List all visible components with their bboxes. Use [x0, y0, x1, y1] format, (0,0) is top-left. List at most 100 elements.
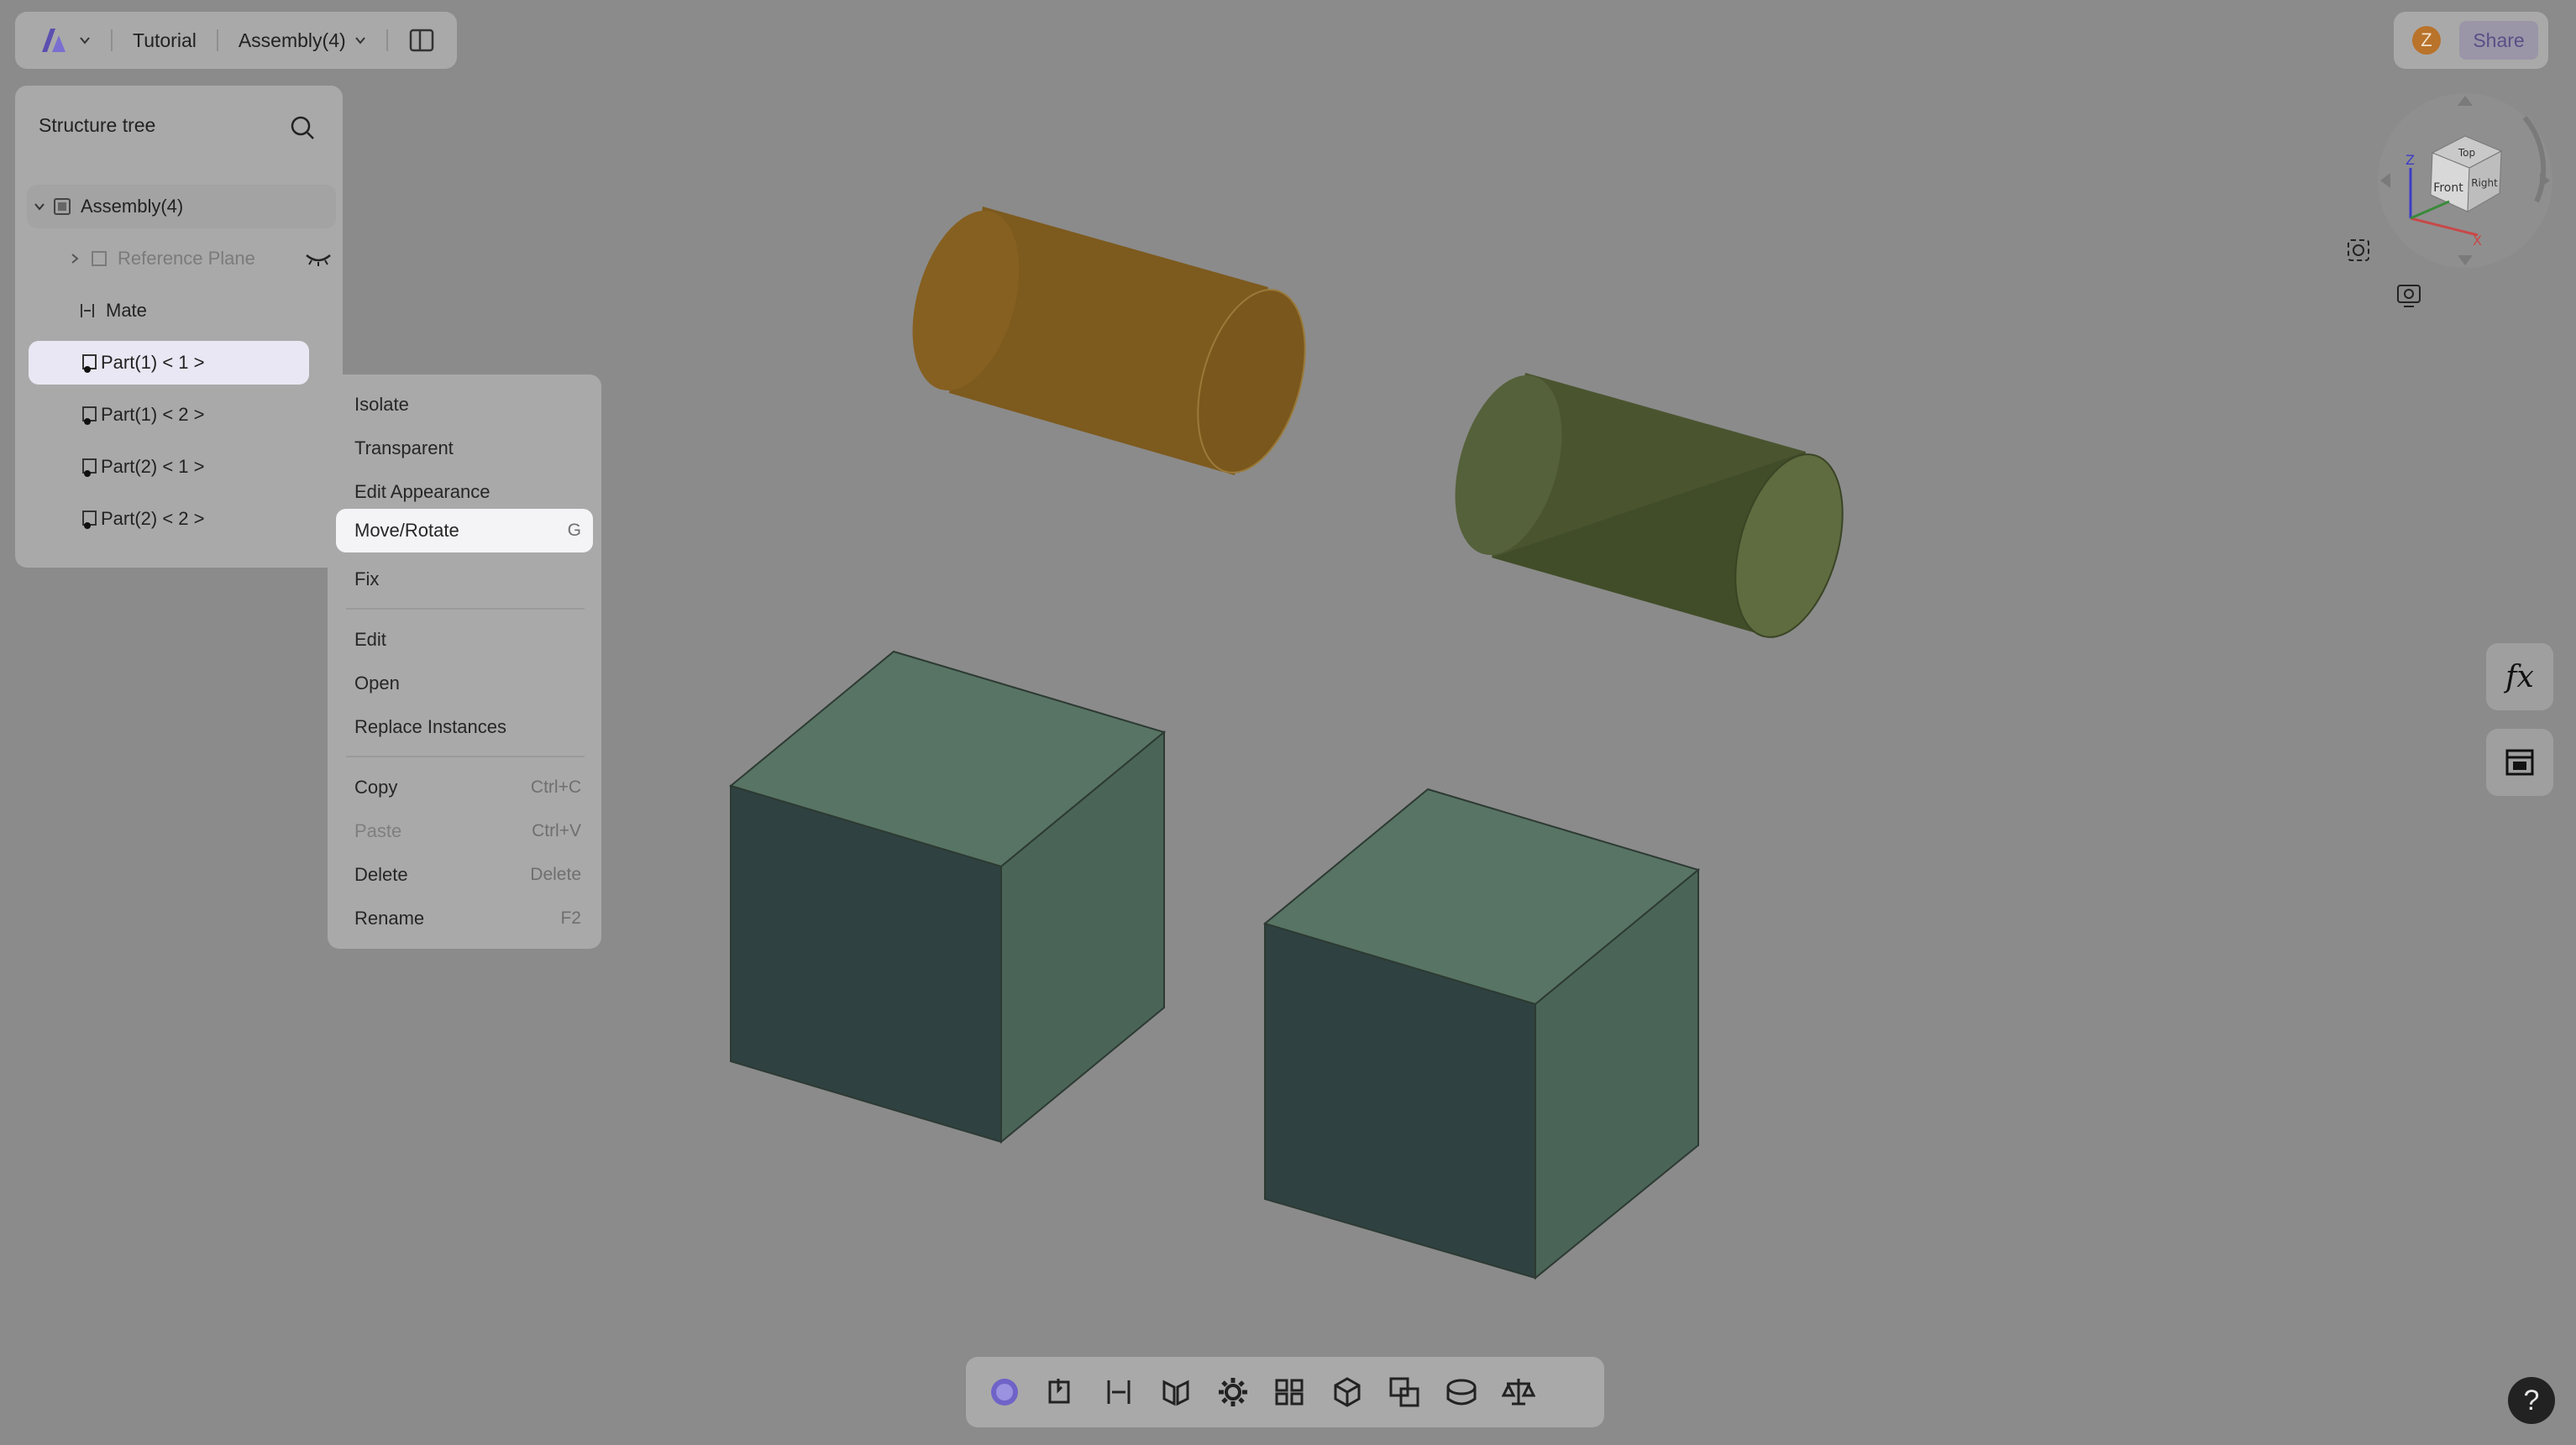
- menu-item-fix[interactable]: Fix: [336, 558, 593, 601]
- menu-item-open[interactable]: Open: [336, 662, 593, 705]
- panel-title: Structure tree: [39, 114, 156, 136]
- search-icon[interactable]: [287, 113, 317, 143]
- menu-item-move-rotate[interactable]: Move/Rotate G: [336, 509, 593, 552]
- render-mode-icon[interactable]: [988, 1375, 1021, 1409]
- tree-item-label: Part(1) < 2 >: [101, 404, 205, 425]
- chevron-down-icon[interactable]: [79, 34, 91, 46]
- tree-item-mate[interactable]: Mate: [27, 289, 336, 332]
- menu-item-edit-appearance[interactable]: Edit Appearance: [336, 470, 593, 514]
- structure-tree-panel: Structure tree Assembly(4) Reference Pla…: [15, 86, 343, 568]
- tree-item-part2-1[interactable]: Part(2) < 1 >: [27, 445, 336, 489]
- menu-shortcut: F2: [560, 908, 581, 928]
- user-toolbar: Z Share: [2394, 12, 2548, 69]
- explode-view-icon[interactable]: [1330, 1375, 1364, 1409]
- bottom-toolbar: [966, 1357, 1604, 1427]
- menu-shortcut: Delete: [530, 865, 581, 884]
- menu-item-rename[interactable]: Rename F2: [336, 897, 593, 940]
- menu-divider: [346, 756, 585, 757]
- display-settings-icon[interactable]: [2394, 280, 2424, 311]
- menu-item-label: Isolate: [354, 394, 409, 415]
- help-button[interactable]: ?: [2508, 1377, 2555, 1424]
- menu-item-transparent[interactable]: Transparent: [336, 427, 593, 470]
- menu-item-edit[interactable]: Edit: [336, 618, 593, 662]
- tree-item-reference-plane[interactable]: Reference Plane: [27, 237, 336, 280]
- formula-button[interactable]: fx: [2486, 643, 2553, 710]
- avatar[interactable]: Z: [2412, 26, 2441, 55]
- menu-item-label: Delete: [354, 864, 408, 885]
- app-logo-icon[interactable]: [37, 24, 71, 57]
- chevron-down-icon[interactable]: [34, 201, 45, 212]
- share-button[interactable]: Share: [2459, 21, 2538, 60]
- menu-item-label: Replace Instances: [354, 716, 506, 737]
- tree-item-label: Mate: [106, 300, 147, 321]
- menu-divider: [346, 608, 585, 610]
- panel-toggle-icon[interactable]: [408, 27, 435, 54]
- mate-icon: [81, 304, 94, 317]
- menu-item-label: Fix: [354, 568, 380, 589]
- hidden-eye-icon[interactable]: [304, 250, 333, 267]
- cube-face-top[interactable]: Top: [2458, 147, 2475, 159]
- menu-item-paste[interactable]: Paste Ctrl+V: [336, 809, 593, 853]
- menu-shortcut: Ctrl+V: [532, 821, 581, 840]
- project-name[interactable]: Tutorial: [133, 29, 197, 52]
- part-icon: [82, 458, 97, 477]
- pattern-icon[interactable]: [1273, 1375, 1307, 1409]
- part-icon: [82, 406, 97, 425]
- menu-item-label: Transparent: [354, 437, 454, 458]
- tree-item-part2-2[interactable]: Part(2) < 2 >: [27, 497, 336, 541]
- menu-item-label: Rename: [354, 908, 425, 929]
- tree-item-assembly[interactable]: Assembly(4): [27, 185, 336, 228]
- interference-check-icon[interactable]: [1388, 1375, 1421, 1409]
- table-button[interactable]: [2486, 729, 2553, 796]
- chevron-down-icon[interactable]: [354, 34, 366, 46]
- menu-item-copy[interactable]: Copy Ctrl+C: [336, 766, 593, 809]
- tree-item-label: Assembly(4): [81, 196, 184, 217]
- cylinder-part-green[interactable]: [1436, 363, 1862, 649]
- tree-item-label: Part(2) < 2 >: [101, 508, 205, 529]
- table-icon: [2505, 749, 2534, 776]
- tree-item-part1-2[interactable]: Part(1) < 2 >: [27, 393, 336, 437]
- tree-item-label: Reference Plane: [118, 248, 255, 269]
- menu-item-label: Paste: [354, 820, 402, 841]
- divider: [386, 29, 388, 51]
- part-icon: [82, 510, 97, 529]
- mate-tool-icon[interactable]: [1102, 1375, 1136, 1409]
- menu-item-delete[interactable]: Delete Delete: [336, 853, 593, 897]
- top-toolbar: Tutorial Assembly(4): [15, 12, 457, 69]
- menu-item-isolate[interactable]: Isolate: [336, 383, 593, 427]
- plane-icon: [92, 251, 107, 266]
- menu-item-label: Open: [354, 673, 400, 694]
- document-name[interactable]: Assembly(4): [239, 29, 346, 52]
- insert-part-icon[interactable]: [1045, 1375, 1078, 1409]
- menu-item-label: Edit: [354, 629, 386, 650]
- view-cube[interactable]: Top Front Right Z X: [2369, 84, 2553, 277]
- assembly-icon: [54, 198, 71, 215]
- part-icon: [82, 354, 97, 373]
- cube-part-left[interactable]: [728, 650, 1167, 1144]
- menu-shortcut: Ctrl+C: [530, 777, 581, 797]
- cube-part-right[interactable]: [1262, 788, 1701, 1280]
- gear-icon[interactable]: [1216, 1375, 1250, 1409]
- menu-item-label: Copy: [354, 777, 398, 798]
- menu-item-replace-instances[interactable]: Replace Instances: [336, 705, 593, 749]
- mass-properties-icon[interactable]: [1502, 1375, 1535, 1409]
- fx-icon: fx: [2505, 659, 2534, 694]
- chevron-right-icon[interactable]: [69, 253, 81, 264]
- context-menu: Isolate Transparent Edit Appearance Move…: [328, 374, 601, 949]
- tree-item-label: Part(2) < 1 >: [101, 456, 205, 477]
- divider: [111, 29, 113, 51]
- tree-item-label: Part(1) < 1 >: [101, 352, 205, 373]
- section-view-icon[interactable]: [1159, 1375, 1193, 1409]
- divider: [216, 29, 218, 51]
- screenshot-camera-icon[interactable]: [2343, 235, 2374, 265]
- axis-z-label: Z: [2405, 152, 2415, 168]
- cube-face-front[interactable]: Front: [2433, 181, 2463, 195]
- menu-item-label: Move/Rotate: [354, 520, 459, 541]
- cube-face-right[interactable]: Right: [2471, 177, 2498, 189]
- cylinder-part-orange[interactable]: [894, 198, 1325, 484]
- axis-x-label: X: [2473, 233, 2482, 249]
- measure-icon[interactable]: [1445, 1375, 1478, 1409]
- menu-item-label: Edit Appearance: [354, 481, 491, 502]
- menu-shortcut: G: [567, 521, 581, 540]
- tree-item-part1-1[interactable]: Part(1) < 1 >: [29, 341, 309, 385]
